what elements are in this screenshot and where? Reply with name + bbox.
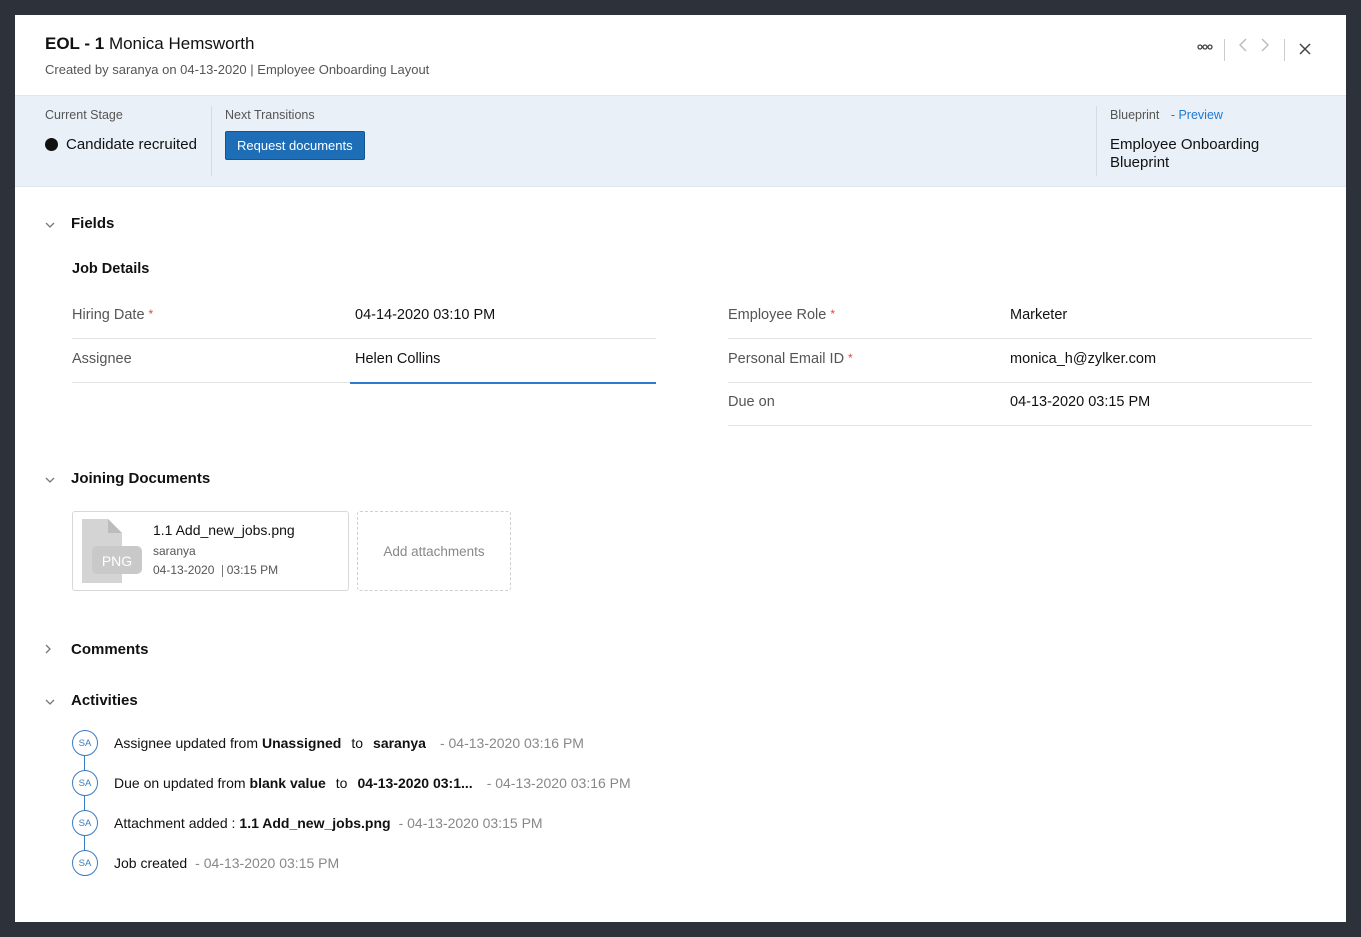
activity-time: - 04-13-2020 03:15 PM xyxy=(398,815,543,831)
activity-to-word: to xyxy=(335,775,348,791)
required-marker: * xyxy=(148,307,154,321)
blueprint-name: Employee Onboarding Blueprint xyxy=(1110,136,1260,171)
attachment-card[interactable]: PNG 1.1 Add_new_jobs.png saranya 04-13-2… xyxy=(72,511,349,591)
activity-detail: 1.1 Add_new_jobs.png xyxy=(239,815,391,831)
section-fields-title: Fields xyxy=(71,215,115,232)
due-on-value[interactable]: 04-13-2020 03:15 PM xyxy=(1010,394,1150,410)
more-horizontal-icon[interactable] xyxy=(1197,39,1213,57)
record-meta: Created by saranya on 04-13-2020 | Emplo… xyxy=(45,62,429,77)
record-detail-panel: EOL - 1 Monica Hemsworth Created by sara… xyxy=(15,15,1346,922)
employee-role-value[interactable]: Marketer xyxy=(1010,307,1067,323)
assignee-value[interactable]: Helen Collins xyxy=(355,351,440,367)
avatar: SA xyxy=(72,810,98,836)
activity-item: SA Assignee updated from Unassigned to s… xyxy=(72,730,584,756)
activity-from: Unassigned xyxy=(261,735,342,751)
blueprint-stage-bar: Current Stage Candidate recruited Next T… xyxy=(15,95,1346,187)
field-due-on: Due on 04-13-2020 03:15 PM xyxy=(728,382,1312,426)
required-marker: * xyxy=(830,307,835,321)
chevron-right-icon[interactable] xyxy=(1260,37,1270,58)
header-divider xyxy=(1224,39,1225,61)
field-employee-role: Employee Role * Marketer xyxy=(728,295,1312,339)
section-activities[interactable]: Activities xyxy=(45,692,138,709)
field-label: Employee Role * xyxy=(728,307,835,323)
section-joining-documents[interactable]: Joining Documents xyxy=(45,470,210,487)
section-comments-title: Comments xyxy=(71,641,149,658)
activity-to-word: to xyxy=(351,735,364,751)
activity-item: SA Job created - 04-13-2020 03:15 PM xyxy=(72,850,339,876)
stage-divider xyxy=(1096,106,1097,176)
activity-item: SA Attachment added : 1.1 Add_new_jobs.p… xyxy=(72,810,543,836)
record-code: EOL - 1 xyxy=(45,34,105,53)
next-transitions-label: Next Transitions xyxy=(225,108,315,122)
field-personal-email: Personal Email ID * monica_h@zylker.com xyxy=(728,339,1312,383)
chevron-down-icon xyxy=(45,694,71,708)
activity-text: Attachment added : xyxy=(114,815,236,831)
assignee-input[interactable]: Helen Collins xyxy=(350,339,656,384)
png-file-icon: PNG xyxy=(78,518,142,584)
attachment-timestamp: 04-13-2020 03:15 PM xyxy=(153,563,278,577)
avatar: SA xyxy=(72,770,98,796)
assignee-label: Assignee xyxy=(72,351,132,367)
activity-to: 04-13-2020 03:1... xyxy=(357,775,473,791)
field-label: Personal Email ID * xyxy=(728,351,853,367)
created-on: on 04-13-2020 xyxy=(162,62,247,77)
job-details-heading: Job Details xyxy=(72,261,150,277)
current-stage-value: Candidate recruited xyxy=(66,136,197,153)
layout-name: | Employee Onboarding Layout xyxy=(250,62,430,77)
current-stage: Candidate recruited xyxy=(45,136,197,153)
chevron-down-icon xyxy=(45,472,71,486)
record-name: Monica Hemsworth xyxy=(108,34,255,53)
personal-email-value[interactable]: monica_h@zylker.com xyxy=(1010,351,1156,367)
current-stage-label: Current Stage xyxy=(45,108,123,122)
activity-item: SA Due on updated from blank value to 04… xyxy=(72,770,631,796)
preview-link[interactable]: - Preview xyxy=(1171,108,1223,122)
section-joining-documents-title: Joining Documents xyxy=(71,470,211,487)
avatar: SA xyxy=(72,730,98,756)
stage-divider xyxy=(211,106,212,176)
field-label: Hiring Date * xyxy=(72,307,153,323)
activity-from: blank value xyxy=(249,775,326,791)
activity-time: - 04-13-2020 03:16 PM xyxy=(486,775,631,791)
add-attachments-button[interactable]: Add attachments xyxy=(357,511,511,591)
close-icon[interactable] xyxy=(1299,42,1311,60)
created-by-prefix: Created by xyxy=(45,62,109,77)
activity-time: - 04-13-2020 03:16 PM xyxy=(439,735,584,751)
request-documents-button[interactable]: Request documents xyxy=(225,131,365,160)
attachment-uploader: saranya xyxy=(153,544,196,558)
activity-to: saranya xyxy=(373,735,426,751)
date-divider xyxy=(221,564,223,577)
record-header: EOL - 1 Monica Hemsworth Created by sara… xyxy=(15,15,1346,95)
stage-dot-icon xyxy=(45,138,58,151)
record-title: EOL - 1 Monica Hemsworth xyxy=(45,34,254,54)
section-activities-title: Activities xyxy=(71,692,138,709)
personal-email-label: Personal Email ID xyxy=(728,351,845,367)
avatar: SA xyxy=(72,850,98,876)
chevron-left-icon[interactable] xyxy=(1238,37,1248,58)
due-on-label: Due on xyxy=(728,394,775,410)
created-by-user: saranya xyxy=(112,62,159,77)
blueprint-label-row: Blueprint - Preview xyxy=(1110,108,1223,122)
attachment-date: 04-13-2020 xyxy=(153,563,215,577)
chevron-right-icon xyxy=(45,643,71,657)
png-badge: PNG xyxy=(102,553,132,569)
header-divider xyxy=(1284,39,1285,61)
attachment-time: 03:15 PM xyxy=(226,563,279,577)
chevron-down-icon xyxy=(45,217,71,231)
section-comments[interactable]: Comments xyxy=(45,641,149,658)
attachment-file-name[interactable]: 1.1 Add_new_jobs.png xyxy=(153,522,295,538)
activity-text: Assignee updated from xyxy=(114,735,258,751)
field-hiring-date: Hiring Date * 04-14-2020 03:10 PM xyxy=(72,295,656,339)
blueprint-label: Blueprint xyxy=(1110,108,1160,122)
employee-role-label: Employee Role xyxy=(728,307,827,323)
activity-text: Job created xyxy=(114,855,188,871)
activity-time: - 04-13-2020 03:15 PM xyxy=(195,855,340,871)
required-marker: * xyxy=(848,351,853,365)
hiring-date-value[interactable]: 04-14-2020 03:10 PM xyxy=(355,307,495,323)
hiring-date-label: Hiring Date xyxy=(72,307,145,323)
activity-text: Due on updated from xyxy=(114,775,246,791)
section-fields[interactable]: Fields xyxy=(45,215,114,232)
